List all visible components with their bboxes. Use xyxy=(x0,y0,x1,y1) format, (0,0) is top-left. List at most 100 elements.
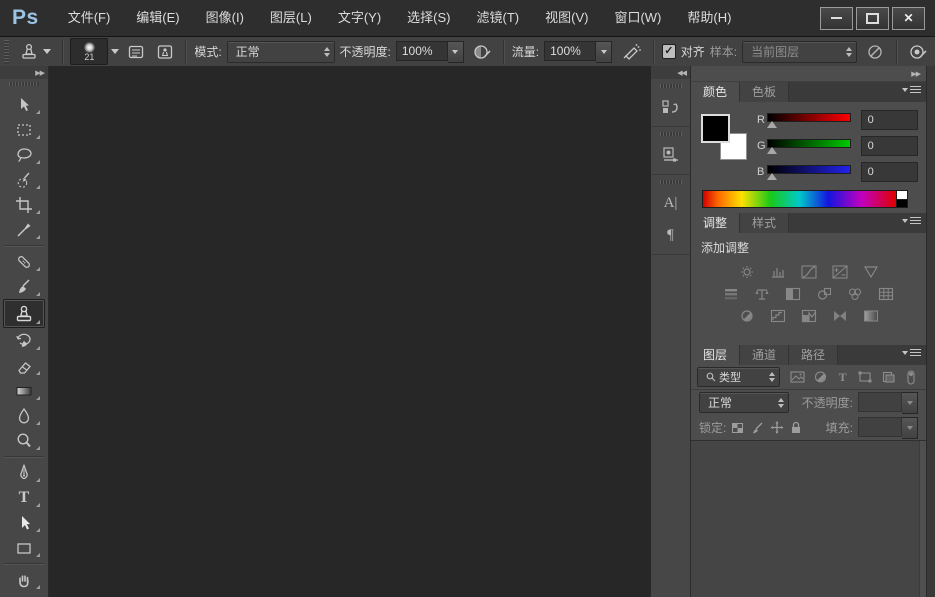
layer-fill-value[interactable] xyxy=(858,416,902,437)
tool-blur[interactable] xyxy=(4,403,44,428)
tool-preset-picker-button[interactable] xyxy=(16,40,54,64)
posterize-button[interactable] xyxy=(767,308,789,324)
options-bar-grip[interactable] xyxy=(4,39,9,64)
dock-grip[interactable] xyxy=(659,84,682,88)
history-panel-button[interactable] xyxy=(656,94,686,120)
vibrance-button[interactable] xyxy=(860,264,882,280)
layers-list-area[interactable] xyxy=(691,440,926,597)
tool-hand[interactable] xyxy=(4,567,44,592)
layer-opacity-value[interactable] xyxy=(858,391,902,412)
tool-pen[interactable] xyxy=(4,460,44,485)
curves-button[interactable] xyxy=(798,264,820,280)
menu-edit[interactable]: 编辑(E) xyxy=(123,0,192,36)
red-slider-track[interactable] xyxy=(766,113,851,122)
black-swatch[interactable] xyxy=(896,199,908,208)
photo-filter-button[interactable] xyxy=(813,286,835,302)
panel-dock-collapse-button[interactable]: ▶▶ xyxy=(691,66,926,82)
selective-color-button[interactable] xyxy=(860,308,882,324)
aligned-checkbox[interactable]: ✓ xyxy=(662,44,676,59)
toolbar-grip[interactable] xyxy=(9,82,39,86)
blue-value-field[interactable]: 0 xyxy=(860,162,918,182)
filter-type-layers-button[interactable]: T xyxy=(833,369,852,386)
brightness-contrast-button[interactable] xyxy=(736,264,758,280)
tool-quick-selection[interactable] xyxy=(4,167,44,192)
tool-eraser[interactable] xyxy=(4,353,44,378)
menu-window[interactable]: 窗口(W) xyxy=(601,0,674,36)
layer-fill-dropdown-button[interactable] xyxy=(902,416,918,439)
flow-dropdown-button[interactable] xyxy=(596,40,613,63)
airbrush-button[interactable] xyxy=(617,40,645,64)
tool-type[interactable]: T xyxy=(4,485,44,510)
red-slider-thumb[interactable] xyxy=(766,121,777,128)
character-panel-button[interactable]: A| xyxy=(656,190,686,216)
tablet-pressure-opacity-button[interactable] xyxy=(469,40,495,64)
blue-slider-thumb[interactable] xyxy=(766,173,777,180)
tool-brush[interactable] xyxy=(4,274,44,299)
red-value-field[interactable]: 0 xyxy=(860,110,918,130)
lock-all-icon[interactable] xyxy=(790,421,802,434)
tab-channels[interactable]: 通道 xyxy=(740,345,790,365)
tool-lasso[interactable] xyxy=(4,142,44,167)
flow-value[interactable]: 100% xyxy=(544,40,597,61)
tool-history-brush[interactable] xyxy=(4,328,44,353)
threshold-button[interactable] xyxy=(798,308,820,324)
sample-select[interactable]: 当前图层 xyxy=(742,40,858,63)
lock-transparent-pixels-icon[interactable] xyxy=(731,422,744,434)
channel-mixer-button[interactable] xyxy=(844,286,866,302)
black-white-button[interactable] xyxy=(782,286,804,302)
tool-dodge[interactable] xyxy=(4,428,44,453)
exposure-button[interactable] xyxy=(829,264,851,280)
menu-image[interactable]: 图像(I) xyxy=(193,0,257,36)
white-swatch[interactable] xyxy=(896,190,908,199)
gradient-map-button[interactable] xyxy=(829,308,851,324)
spectrum-end-swatches[interactable] xyxy=(896,190,908,208)
levels-button[interactable] xyxy=(767,264,789,280)
maximize-button[interactable] xyxy=(856,6,889,30)
filter-smart-objects-button[interactable] xyxy=(879,369,898,386)
tool-clone-stamp[interactable] xyxy=(3,299,45,328)
green-slider-thumb[interactable] xyxy=(766,147,777,154)
tool-path-selection[interactable] xyxy=(4,510,44,535)
color-lookup-button[interactable] xyxy=(875,286,897,302)
layers-scrollbar[interactable] xyxy=(919,441,926,597)
layer-blend-mode-select[interactable]: 正常 xyxy=(699,392,789,413)
tab-styles[interactable]: 样式 xyxy=(740,213,790,233)
opacity-value[interactable]: 100% xyxy=(395,40,448,61)
hue-saturation-button[interactable] xyxy=(720,286,742,302)
properties-panel-button[interactable] xyxy=(656,142,686,168)
menu-select[interactable]: 选择(S) xyxy=(394,0,463,36)
dock-grip[interactable] xyxy=(659,180,682,184)
flow-field[interactable]: 100% xyxy=(544,40,613,63)
green-slider-track[interactable] xyxy=(766,139,851,148)
tab-color[interactable]: 颜色 xyxy=(691,82,741,102)
tool-rectangular-marquee[interactable] xyxy=(4,117,44,142)
blend-mode-select[interactable]: 正常 xyxy=(226,40,335,63)
blue-slider[interactable] xyxy=(766,164,851,180)
filter-pixel-layers-button[interactable] xyxy=(788,369,807,386)
filter-adjustment-layers-button[interactable] xyxy=(811,369,830,386)
tablet-pressure-size-button[interactable] xyxy=(905,40,931,64)
lock-position-icon[interactable] xyxy=(770,421,784,434)
color-panel-menu-button[interactable] xyxy=(902,86,921,93)
green-value-field[interactable]: 0 xyxy=(860,136,918,156)
layers-panel-menu-button[interactable] xyxy=(902,349,921,356)
dock-collapse-button[interactable]: ◀◀ xyxy=(651,66,690,79)
ignore-adjustment-layers-button[interactable] xyxy=(862,40,888,64)
tab-paths[interactable]: 路径 xyxy=(789,345,839,365)
paragraph-panel-button[interactable]: ¶ xyxy=(656,222,686,248)
dock-grip[interactable] xyxy=(659,132,682,136)
tool-eyedropper[interactable] xyxy=(4,217,44,242)
document-canvas-area[interactable] xyxy=(49,66,651,597)
tool-move[interactable] xyxy=(4,92,44,117)
menu-file[interactable]: 文件(F) xyxy=(55,0,124,36)
tool-rectangle-shape[interactable] xyxy=(4,535,44,560)
tool-spot-healing-brush[interactable] xyxy=(4,249,44,274)
tab-layers[interactable]: 图层 xyxy=(691,345,741,365)
toggle-brush-panel-button[interactable] xyxy=(124,40,148,64)
tab-adjustments[interactable]: 调整 xyxy=(691,213,741,233)
layer-filter-type-select[interactable]: 类型 xyxy=(697,367,781,387)
menu-type[interactable]: 文字(Y) xyxy=(325,0,394,36)
opacity-field[interactable]: 100% xyxy=(395,40,464,63)
color-spectrum-ramp[interactable] xyxy=(702,190,897,208)
layer-filter-switch[interactable] xyxy=(901,369,920,386)
